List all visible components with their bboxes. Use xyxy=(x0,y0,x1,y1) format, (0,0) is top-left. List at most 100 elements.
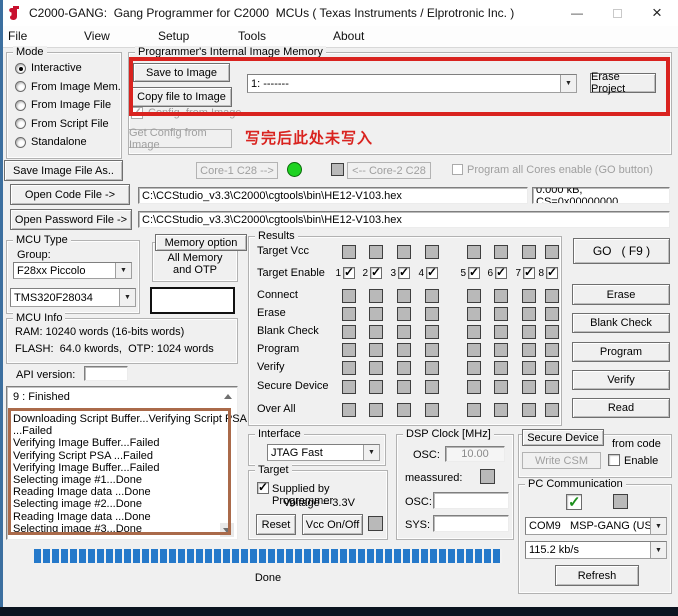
result-indicator xyxy=(467,380,481,394)
status-listbox[interactable]: 9 : Finished Downloading Script Buffer..… xyxy=(6,386,238,540)
minimize-button[interactable]: — xyxy=(560,0,594,26)
mode-radio-standalone[interactable]: Standalone xyxy=(15,136,121,148)
copy-file-to-image-button[interactable]: Copy file to Image xyxy=(131,87,232,107)
result-indicator xyxy=(425,403,439,417)
com-port-select[interactable]: COM9 MSP-GANG (USB) ▼ xyxy=(525,517,667,535)
result-indicator xyxy=(369,380,383,394)
core2-status-indicator xyxy=(331,163,344,176)
vcc-on-off-button[interactable]: Vcc On/Off xyxy=(302,514,363,535)
target-enable-checkbox-5[interactable] xyxy=(468,267,480,279)
maximize-button[interactable] xyxy=(600,0,634,26)
target-enable-checkbox-4[interactable] xyxy=(426,267,438,279)
config-from-image-checkbox xyxy=(131,107,143,119)
radio-label: Interactive xyxy=(31,62,82,74)
chevron-down-icon[interactable]: ▼ xyxy=(119,289,135,306)
result-indicator xyxy=(522,343,536,357)
scroll-up-icon[interactable] xyxy=(224,394,232,399)
result-indicator xyxy=(369,361,383,375)
image-slot-select[interactable]: 1: ------- ▼ xyxy=(247,74,577,93)
close-button[interactable]: × xyxy=(640,0,674,26)
from-code-label: from code xyxy=(612,438,661,450)
open-code-file-button[interactable]: Open Code File -> xyxy=(10,184,130,205)
save-image-file-as-button[interactable]: Save Image File As.. xyxy=(4,160,123,181)
chevron-down-icon[interactable]: ▼ xyxy=(650,542,666,558)
erase-button[interactable]: Erase xyxy=(572,284,670,305)
result-row-label: Program xyxy=(257,343,299,355)
refresh-button[interactable]: Refresh xyxy=(555,565,639,586)
secure-device-button[interactable]: Secure Device xyxy=(522,429,604,446)
chevron-down-icon[interactable]: ▼ xyxy=(115,263,131,278)
result-indicator xyxy=(369,245,383,259)
menu-setup[interactable]: Setup xyxy=(158,29,189,43)
osc-label: OSC: xyxy=(413,449,440,461)
osc-value: 10.00 xyxy=(461,448,489,460)
result-indicator xyxy=(342,325,356,339)
menu-view[interactable]: View xyxy=(84,29,110,43)
mcu-info-group: MCU Info RAM: 10240 words (16-bits words… xyxy=(6,318,238,364)
mcu-info-flash: FLASH: 64.0 kwords, OTP: 1024 words xyxy=(15,343,214,355)
enable-checkbox[interactable] xyxy=(608,454,620,466)
target-enable-checkbox-7[interactable] xyxy=(523,267,535,279)
target-enable-checkbox-2[interactable] xyxy=(370,267,382,279)
result-indicator xyxy=(467,307,481,321)
results-group: Results Target VccTarget Enable12345678C… xyxy=(248,236,562,426)
result-indicator xyxy=(342,289,356,303)
mode-radio-from-image-file[interactable]: From Image File xyxy=(15,99,121,111)
read-button[interactable]: Read xyxy=(572,398,670,418)
result-indicator xyxy=(425,307,439,321)
supplied-by-programmer-checkbox[interactable] xyxy=(257,482,269,494)
log-line: Verifying Script PSA ...Failed xyxy=(13,450,228,462)
mode-radio-from-image-mem[interactable]: From Image Mem. xyxy=(15,81,121,93)
result-indicator xyxy=(494,361,508,375)
target-enable-checkbox-8[interactable] xyxy=(546,267,558,279)
program-button[interactable]: Program xyxy=(572,342,670,362)
radio-icon xyxy=(15,137,26,148)
result-indicator xyxy=(522,307,536,321)
verify-button[interactable]: Verify xyxy=(572,370,670,390)
mode-radio-interactive[interactable]: Interactive xyxy=(15,62,121,74)
log-line: Reading Image data ...Done xyxy=(13,511,228,523)
memory-option-line1: All Memory xyxy=(152,252,238,264)
result-row-label: Connect xyxy=(257,289,298,301)
target-enable-checkbox-3[interactable] xyxy=(398,267,410,279)
target-enable-checkbox-6[interactable] xyxy=(495,267,507,279)
target-enable-checkbox-1[interactable] xyxy=(343,267,355,279)
sys-label: SYS: xyxy=(405,519,430,531)
password-file-path: C:\CCStudio_v3.3\C2000\cgtools\bin\HE12-… xyxy=(142,214,402,226)
log-line: Verifying Image Buffer...Failed xyxy=(13,462,228,474)
menu-file[interactable]: File xyxy=(8,29,27,43)
blank-check-button[interactable]: Blank Check xyxy=(572,313,670,333)
mode-radio-from-script-file[interactable]: From Script File xyxy=(15,118,121,130)
chevron-down-icon[interactable]: ▼ xyxy=(363,445,379,460)
memory-option-button[interactable]: Memory option xyxy=(155,234,247,251)
window-bottom-edge xyxy=(0,607,678,616)
interface-select[interactable]: JTAG Fast ▼ xyxy=(267,444,380,461)
radio-icon xyxy=(15,63,26,74)
title-bar: C2000-GANG: Gang Programmer for C2000 MC… xyxy=(0,0,678,26)
result-indicator xyxy=(467,403,481,417)
menu-about[interactable]: About xyxy=(333,29,364,43)
erase-project-button[interactable]: Erase Project xyxy=(590,73,656,93)
mcu-group-select[interactable]: F28xx Piccolo ▼ xyxy=(13,262,132,279)
result-indicator xyxy=(425,325,439,339)
chevron-down-icon[interactable]: ▼ xyxy=(560,75,576,92)
result-indicator xyxy=(369,325,383,339)
radio-icon xyxy=(15,81,26,92)
go-button[interactable]: GO ( F9 ) xyxy=(573,238,670,264)
menu-tools[interactable]: Tools xyxy=(238,29,266,43)
save-to-image-button[interactable]: Save to Image xyxy=(133,63,230,82)
maximize-icon xyxy=(613,9,622,18)
baud-rate-select[interactable]: 115.2 kb/s ▼ xyxy=(525,541,667,559)
reset-button[interactable]: Reset xyxy=(256,514,296,535)
window-title: C2000-GANG: Gang Programmer for C2000 MC… xyxy=(29,6,514,20)
result-indicator xyxy=(342,245,356,259)
chevron-down-icon[interactable]: ▼ xyxy=(650,518,666,534)
open-password-file-button[interactable]: Open Password File -> xyxy=(10,209,132,230)
target-group-label: Target xyxy=(255,464,292,477)
app-window: C2000-GANG: Gang Programmer for C2000 MC… xyxy=(0,0,678,616)
program-all-cores-label: Program all Cores enable (GO button) xyxy=(467,164,653,176)
voltage-label: Voltage = 3.3V xyxy=(249,497,389,509)
mcu-device-select[interactable]: TMS320F28034 ▼ xyxy=(10,288,136,307)
mcu-info-ram: RAM: 10240 words (16-bits words) xyxy=(15,326,184,338)
result-indicator xyxy=(342,403,356,417)
